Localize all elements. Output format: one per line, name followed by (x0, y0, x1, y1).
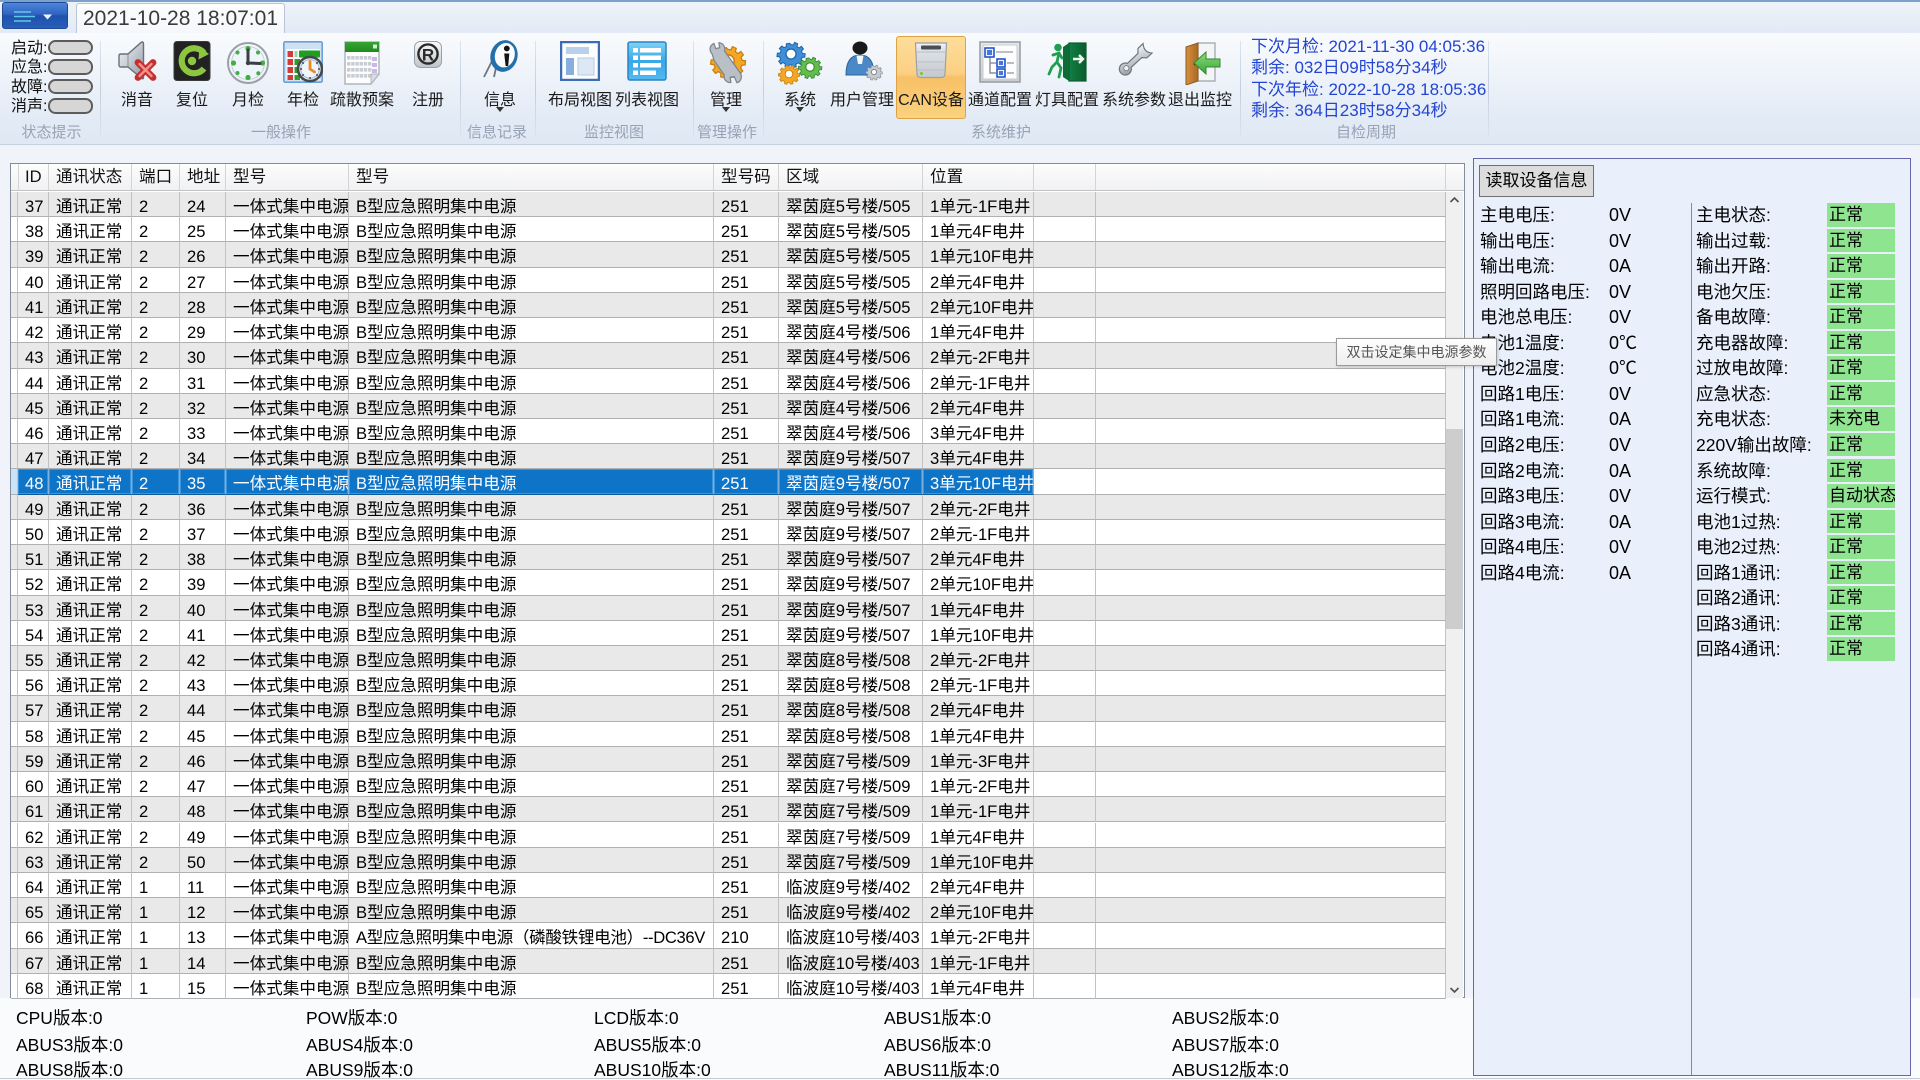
svg-text:R: R (422, 46, 434, 65)
